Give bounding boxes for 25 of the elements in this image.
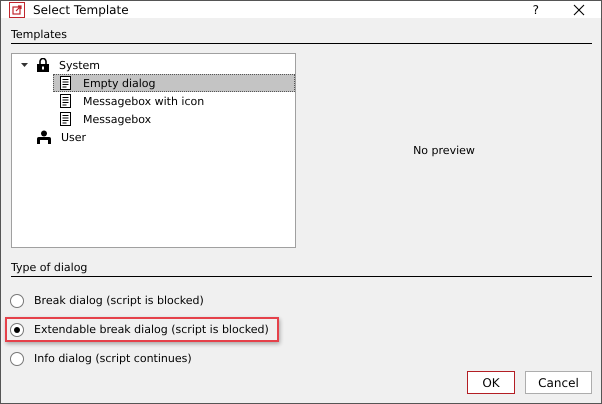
help-button[interactable]: ? — [532, 2, 539, 16]
section-heading: Type of dialog — [11, 261, 88, 274]
document-icon — [60, 94, 71, 108]
radio-label[interactable]: Extendable break dialog (script is blocked) — [34, 323, 269, 336]
tree-item[interactable]: System — [55, 58, 104, 72]
close-icon[interactable] — [573, 4, 585, 16]
radio-label[interactable]: Info dialog (script continues) — [34, 352, 192, 365]
expander-icon[interactable] — [20, 62, 28, 68]
radio-button[interactable] — [10, 294, 24, 308]
tree-item[interactable]: Messagebox with icon — [53, 92, 295, 110]
lock-icon — [37, 58, 49, 72]
radio-label[interactable]: Break dialog (script is blocked) — [34, 294, 204, 307]
preview-area: No preview — [296, 53, 592, 248]
ok-button[interactable]: OK — [467, 371, 515, 394]
tree-item[interactable]: User — [57, 130, 90, 144]
person-icon — [37, 130, 51, 144]
tree-item[interactable]: Messagebox — [53, 110, 295, 128]
cancel-button[interactable]: Cancel — [525, 371, 592, 394]
section-heading: Templates — [11, 28, 67, 41]
radio-button[interactable] — [10, 352, 24, 366]
document-icon — [60, 76, 71, 90]
window-title: Select Template — [33, 2, 130, 16]
tree-item[interactable]: Empty dialog — [53, 74, 295, 92]
document-icon — [60, 112, 71, 126]
radio-button[interactable] — [10, 322, 24, 336]
